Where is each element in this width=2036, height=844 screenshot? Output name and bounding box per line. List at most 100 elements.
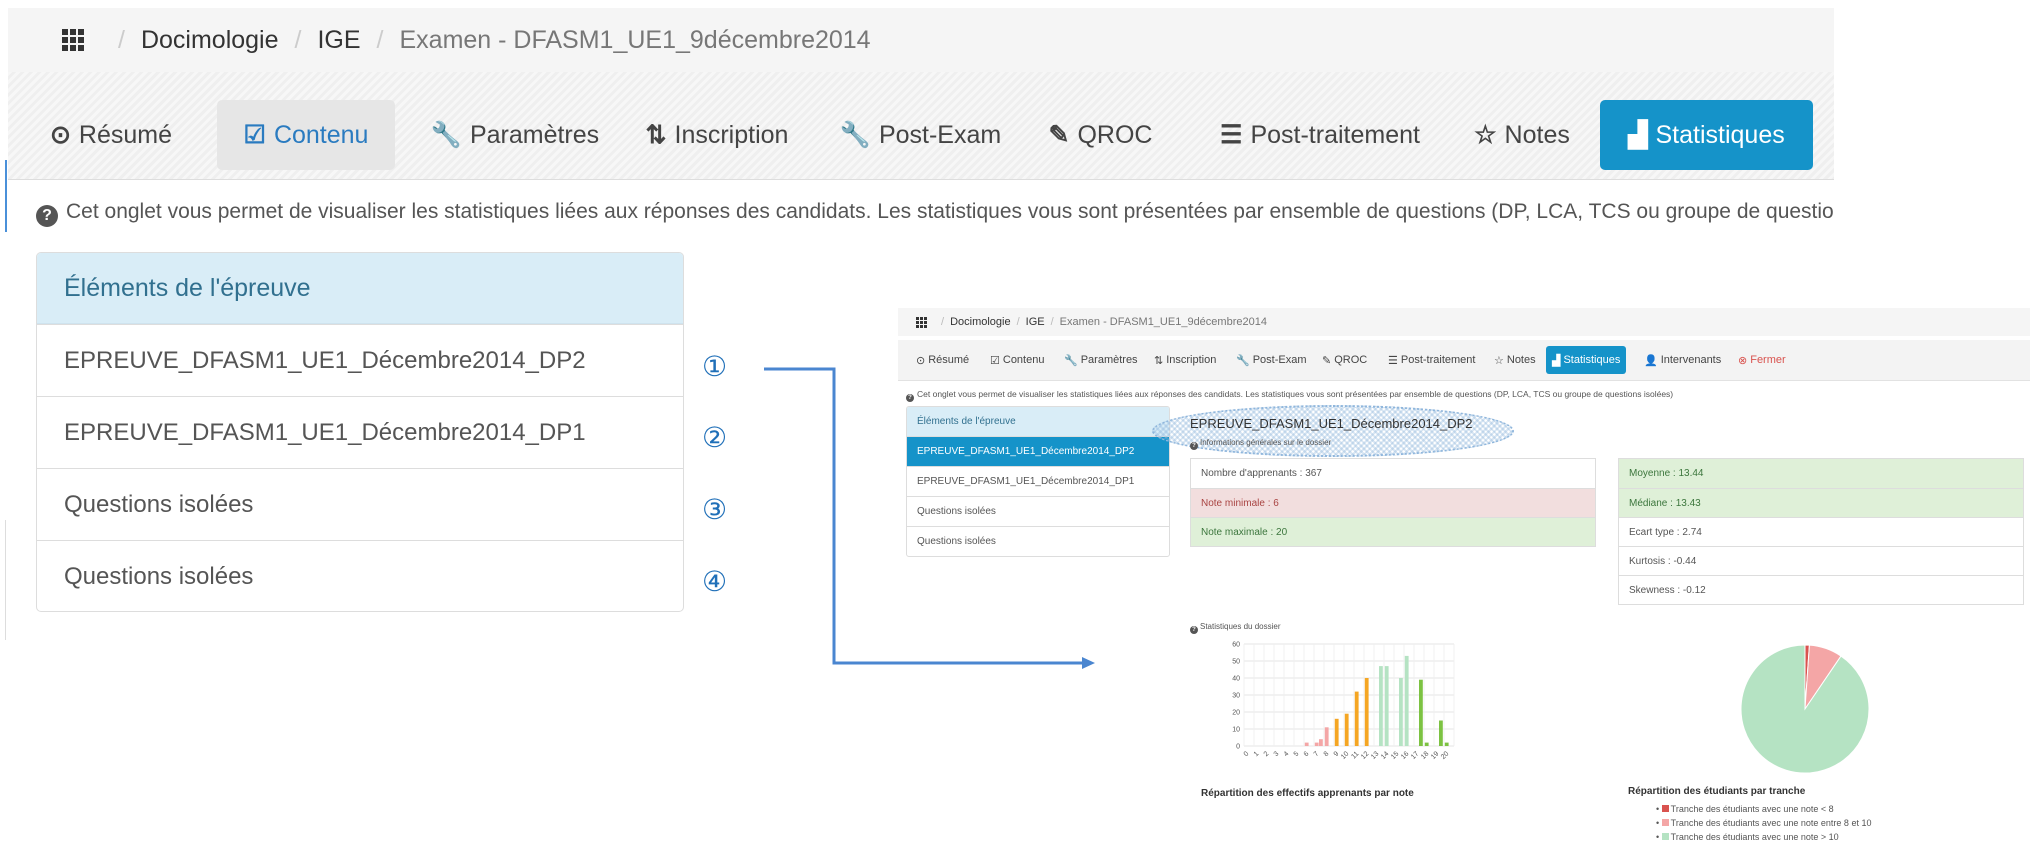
tab-statistiques[interactable]: ▟ Statistiques xyxy=(1600,100,1813,170)
bar xyxy=(1334,718,1339,746)
y-tick-label: 40 xyxy=(1232,676,1240,683)
tab-posttraitement[interactable]: ☰ Post-traitement xyxy=(1205,100,1435,170)
preview-subtitle: ? Informations générales sur le dossier xyxy=(1190,438,1331,450)
legend-label: Tranche des étudiants avec une note entr… xyxy=(1670,818,1872,828)
stat-row: Ecart type : 2.74 xyxy=(1619,517,2023,546)
legend-swatch xyxy=(1661,819,1669,826)
x-tick-label: 11 xyxy=(1350,750,1360,760)
tab-label: Paramètres xyxy=(469,120,600,149)
preview-tab-label: Résumé xyxy=(928,354,970,366)
preview-tab-label: Inscription xyxy=(1166,354,1217,366)
stat-row: Note maximale : 20 xyxy=(1191,517,1595,546)
breadcrumb-separator: / xyxy=(118,25,125,54)
tab-label: Notes xyxy=(1504,120,1570,149)
preview-list-item: EPREUVE_DFASM1_UE1_Décembre2014_DP1 xyxy=(907,466,1169,496)
wrench-icon: 🔧 xyxy=(430,120,462,149)
legend-label: Tranche des étudiants avec une note < 8 xyxy=(1670,804,1834,814)
preview-breadcrumb-separator: / xyxy=(941,316,945,328)
bar-chart-caption: Répartition des effectifs apprenants par… xyxy=(1201,788,1414,799)
y-tick-label: 50 xyxy=(1232,659,1240,666)
preview-tab-icon: 🔧 xyxy=(1064,354,1078,367)
x-tick-label: 2 xyxy=(1263,750,1271,758)
preview-tab-posttraitement: ☰ Post-traitement xyxy=(1388,346,1475,374)
bar xyxy=(1304,742,1309,746)
tab-paramtres[interactable]: 🔧 Paramètres xyxy=(420,100,610,170)
bar xyxy=(1399,678,1403,746)
preview-breadcrumb-item: Docimologie xyxy=(950,316,1011,328)
preview-tab-label: Intervenants xyxy=(1660,354,1722,366)
tab-label: Post-traitement xyxy=(1250,120,1420,149)
preview-tab-intervenants: 👤 Intervenants xyxy=(1644,346,1721,374)
preview-tab-icon: ⊗ xyxy=(1738,354,1748,367)
preview-list-header: Éléments de l'épreuve xyxy=(907,407,1169,436)
preview-list-item: Questions isolées xyxy=(907,526,1169,556)
bar-chart: 01020304050600 1 2 3 4 5 6 7 8 9 10 11 12 13 14 15 16 17 1… xyxy=(1232,642,1455,761)
preview-tab-label: Contenu xyxy=(1002,354,1045,366)
tab-qroc[interactable]: ✎ QROC xyxy=(1043,100,1158,170)
preview-tab-icon: ☰ xyxy=(1388,354,1398,367)
star-icon: ☆ xyxy=(1474,121,1497,149)
x-tick-label: 20 xyxy=(1440,750,1451,761)
tab-notes[interactable]: ☆ Notes xyxy=(1467,100,1577,170)
breadcrumb-item-ige[interactable]: IGE xyxy=(317,26,360,55)
list-item[interactable]: Questions isolées xyxy=(37,468,683,540)
statistics-preview: / Docimologie / IGE / Examen - DFASM1_UE… xyxy=(898,308,2030,844)
tab-rsum[interactable]: ⊙ Résumé xyxy=(46,100,176,170)
marker-4: ④ xyxy=(702,566,728,597)
breadcrumb-item-docimologie[interactable]: Docimologie xyxy=(141,26,279,55)
preview-stats-icon: ? xyxy=(1190,626,1198,634)
help-text: ? Cet onglet vous permet de visualiser le… xyxy=(36,200,1834,227)
preview-tab-fermer: ⊗ Fermer xyxy=(1738,346,1786,374)
bar xyxy=(1439,720,1443,746)
legend-label: Tranche des étudiants avec une note > 10 xyxy=(1670,832,1839,842)
breadcrumb-separator: / xyxy=(294,25,302,54)
bar xyxy=(1364,678,1369,746)
pie-legend: • Tranche des étudiants avec une note < … xyxy=(1656,802,1871,844)
bar xyxy=(1314,742,1319,746)
bar xyxy=(1384,666,1389,746)
preview-tab-qroc: ✎ QROC xyxy=(1322,346,1367,374)
list-item[interactable]: EPREUVE_DFASM1_UE1_Décembre2014_DP2 xyxy=(37,324,683,396)
wrench-icon: 🔧 xyxy=(839,120,871,149)
y-tick-label: 10 xyxy=(1232,727,1240,734)
preview-help-text-content: Cet onglet vous permet de visualiser les… xyxy=(917,389,1674,399)
elements-panel-header: Éléments de l'épreuve xyxy=(37,253,683,324)
tab-inscription[interactable]: ⇅ Inscription xyxy=(637,100,797,170)
marker-1: ① xyxy=(702,351,728,382)
left-divider xyxy=(5,520,6,640)
preview-stats-label: ? Statistiques du dossier xyxy=(1190,622,1281,634)
preview-breadcrumb-item: IGE xyxy=(1025,316,1045,328)
legend-item: • Tranche des étudiants avec une note en… xyxy=(1656,816,1871,830)
preview-tab-label: Fermer xyxy=(1750,354,1786,366)
question-icon: ? xyxy=(36,205,58,227)
list-item[interactable]: Questions isolées xyxy=(37,540,683,611)
preview-info-icon: ? xyxy=(1190,442,1198,450)
preview-apps-grid-icon xyxy=(916,316,927,328)
x-tick-label: 10 xyxy=(1340,750,1351,761)
preview-breadcrumb-separator: / xyxy=(1050,316,1054,328)
preview-question-icon: ? xyxy=(906,394,914,402)
preview-list-item: Questions isolées xyxy=(907,496,1169,526)
tab-postexam[interactable]: 🔧 Post-Exam xyxy=(833,100,1008,170)
preview-breadcrumb: / Docimologie / IGE / Examen - DFASM1_UE… xyxy=(898,308,2030,336)
apps-grid-icon[interactable] xyxy=(62,29,84,51)
stat-row: Moyenne : 13.44 xyxy=(1619,459,2023,488)
legend-item: • Tranche des étudiants avec une note > … xyxy=(1656,830,1871,844)
breadcrumb: / Docimologie / IGE / Examen - DFASM1_UE… xyxy=(8,8,1834,72)
dashboard-icon: ⊙ xyxy=(49,121,71,149)
preview-tab-icon: ▟ xyxy=(1552,354,1561,367)
x-tick-label: 4 xyxy=(1283,750,1291,758)
preview-tab-label: Notes xyxy=(1506,354,1536,366)
preview-general-stats: Nombre d'apprenants : 367 Note minimale :… xyxy=(1190,458,1596,547)
preview-list-item: EPREUVE_DFASM1_UE1_Décembre2014_DP2 xyxy=(907,436,1169,466)
list-icon: ☰ xyxy=(1220,121,1243,149)
legend-swatch xyxy=(1661,833,1669,840)
preview-breadcrumb-separator: / xyxy=(1016,316,1020,328)
preview-tab-paramtres: 🔧 Paramètres xyxy=(1064,346,1138,374)
tab-contenu[interactable]: ☑ Contenu xyxy=(217,100,395,170)
list-item[interactable]: EPREUVE_DFASM1_UE1_Décembre2014_DP1 xyxy=(37,396,683,468)
x-tick-label: 7 xyxy=(1313,750,1321,758)
preview-tab-bar: ⊙ Résumé ☑ Contenu 🔧 Paramètres ⇅ Inscription 🔧 P… xyxy=(898,340,2030,381)
tab-label: Inscription xyxy=(674,120,789,149)
stat-row: Note minimale : 6 xyxy=(1191,488,1595,517)
